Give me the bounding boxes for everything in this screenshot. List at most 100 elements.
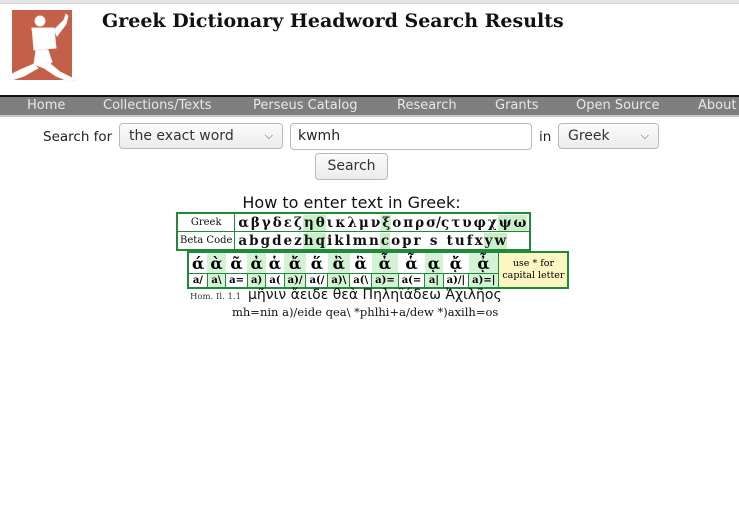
beta-letter: l — [345, 232, 351, 249]
greek-letter: ο — [392, 214, 402, 231]
accent-table: ά ὰ ᾶ ἀ ἁ ἄ ἅ ἂ ἃ ἆ ἇ ᾳ ᾄ ᾆ use * for capital letter a/… — [187, 251, 570, 289]
greek-letter: η — [302, 214, 315, 231]
nav-collections-texts[interactable]: Collections/Texts — [103, 98, 212, 113]
accent-beta-cell: a= — [225, 273, 248, 288]
greek-letter: π — [403, 214, 414, 231]
beta-letter: o — [391, 232, 401, 249]
accent-beta-cell: a)/ — [283, 273, 306, 288]
beta-letter: t — [446, 232, 453, 249]
chevron-down-icon: ⌵ — [640, 129, 649, 142]
nav-research[interactable]: Research — [397, 98, 457, 113]
greek-letter: υ — [462, 214, 472, 231]
beta-letter: b — [249, 232, 259, 249]
page-title: Greek Dictionary Headword Search Results — [102, 10, 564, 32]
greek-letter: κ — [335, 214, 346, 231]
beta-letter: g — [260, 232, 271, 249]
greek-letter: ω — [512, 214, 528, 231]
beta-letter: a — [238, 232, 248, 249]
accent-greek-cell: ά — [188, 252, 208, 274]
greek-letter: λ — [347, 214, 357, 231]
nav-perseus-catalog[interactable]: Perseus Catalog — [253, 98, 358, 113]
accent-greek-cell: ᾳ — [424, 252, 444, 274]
chevron-down-icon: ⌵ — [264, 129, 273, 142]
nav-home[interactable]: Home — [27, 98, 65, 113]
accent-greek-cell: ᾆ — [468, 252, 499, 274]
perseus-logo[interactable] — [4, 10, 84, 82]
capital-letter-note: use * for capital letter — [498, 252, 569, 288]
beta-letters: abgdezhqiklmncoprstufxyw — [234, 231, 531, 251]
accent-greek-cell: ἅ — [305, 252, 328, 274]
top-border — [0, 0, 739, 4]
beta-row-label: Beta Code — [176, 231, 236, 251]
accent-beta-cell: a)/| — [442, 273, 469, 288]
greek-letters: α β γ δ ε ζ η θ ι κ λ μ ν ξ ο π ρ σ/ς τ υ φ χ ψ ω — [234, 212, 531, 232]
beta-letter: r — [413, 232, 421, 249]
greek-letter: σ/ς — [426, 214, 450, 231]
beta-letter: c — [379, 232, 391, 249]
search-query-input[interactable]: kwmh — [290, 123, 532, 150]
example-reference: Hom. Il. 1.1 — [190, 292, 241, 302]
greek-letter: γ — [261, 214, 271, 231]
accent-beta-cell: a)=| — [468, 273, 499, 288]
nav-about[interactable]: About — [698, 98, 736, 113]
greek-letter: ξ — [381, 214, 392, 231]
accent-greek-cell: ἇ — [398, 252, 425, 274]
greek-letter: φ — [473, 214, 486, 231]
beta-letter: d — [272, 232, 282, 249]
beta-letter: u — [454, 232, 465, 249]
nav-open-source[interactable]: Open Source — [576, 98, 660, 113]
search-mode-select[interactable]: the exact word ⌵ — [119, 123, 283, 149]
greek-row-label: Greek — [176, 212, 236, 232]
language-value: Greek — [568, 128, 610, 144]
accent-beta-cell: a/ — [187, 273, 208, 288]
accent-beta-cell: a)= — [371, 273, 399, 288]
accent-greek-cell: ἀ — [247, 252, 266, 274]
search-for-label: Search for — [43, 129, 113, 145]
accent-greek-cell: ἁ — [265, 252, 285, 274]
greek-letter: χ — [487, 214, 497, 231]
language-select[interactable]: Greek ⌵ — [558, 123, 659, 149]
search-mode-value: the exact word — [129, 128, 234, 144]
main-nav: Home Collections/Texts Perseus Catalog R… — [0, 95, 739, 117]
greek-letter: ε — [283, 214, 292, 231]
accent-beta-cell: a| — [424, 273, 444, 288]
beta-letter: w — [493, 232, 508, 249]
greek-letter: β — [250, 214, 260, 231]
accent-beta-cell: a(\ — [349, 273, 372, 288]
nav-grants[interactable]: Grants — [495, 98, 539, 113]
accent-greek-cell: ἃ — [349, 252, 372, 274]
accent-greek-cell: ᾄ — [443, 252, 469, 274]
greek-letter: ζ — [293, 214, 302, 231]
accent-greek-row: ά ὰ ᾶ ἀ ἁ ἄ ἅ ἂ ἃ ἆ ἇ ᾳ ᾄ ᾆ use * for capital letter — [188, 252, 569, 288]
accent-beta-cell: a(= — [397, 273, 425, 288]
accent-greek-cell: ὰ — [207, 252, 226, 274]
beta-letter: z — [294, 232, 302, 249]
beta-letter: n — [369, 232, 379, 249]
accent-beta-cell: a(/ — [305, 273, 328, 288]
greek-letter: ν — [370, 214, 381, 231]
accent-greek-cell: ἆ — [371, 252, 399, 274]
greek-letter: δ — [272, 214, 282, 231]
greek-letter: θ — [314, 214, 326, 231]
greek-letter: ρ — [415, 214, 425, 231]
greek-letter: ψ — [497, 214, 513, 231]
beta-letter: s — [429, 232, 438, 249]
greek-letter: μ — [358, 214, 369, 231]
beta-letter: m — [352, 232, 368, 249]
beta-letter: f — [466, 232, 473, 249]
accent-greek-cell: ᾶ — [225, 252, 248, 274]
accent-beta-cell: a\ — [206, 273, 226, 288]
greek-letter: α — [238, 214, 249, 231]
accent-beta-cell: a)\ — [327, 273, 350, 288]
example-beta: mh=nin a)/eide qea\ *phlhi+a/dew *)axilh… — [232, 305, 499, 319]
greek-letter: τ — [451, 214, 461, 231]
beta-letter: e — [283, 232, 293, 249]
accent-greek-cell: ἄ — [284, 252, 306, 274]
beta-letter: h — [302, 232, 315, 249]
search-button[interactable]: Search — [315, 153, 388, 180]
beta-letter: p — [402, 232, 412, 249]
alphabet-table: Greek α β γ δ ε ζ η θ ι κ λ μ ν ξ ο π ρ σ/ς τ υ φ χ ψ ω Beta Co… — [176, 212, 532, 251]
beta-letter: x — [474, 232, 483, 249]
beta-letter: k — [334, 232, 344, 249]
in-label: in — [539, 129, 552, 145]
